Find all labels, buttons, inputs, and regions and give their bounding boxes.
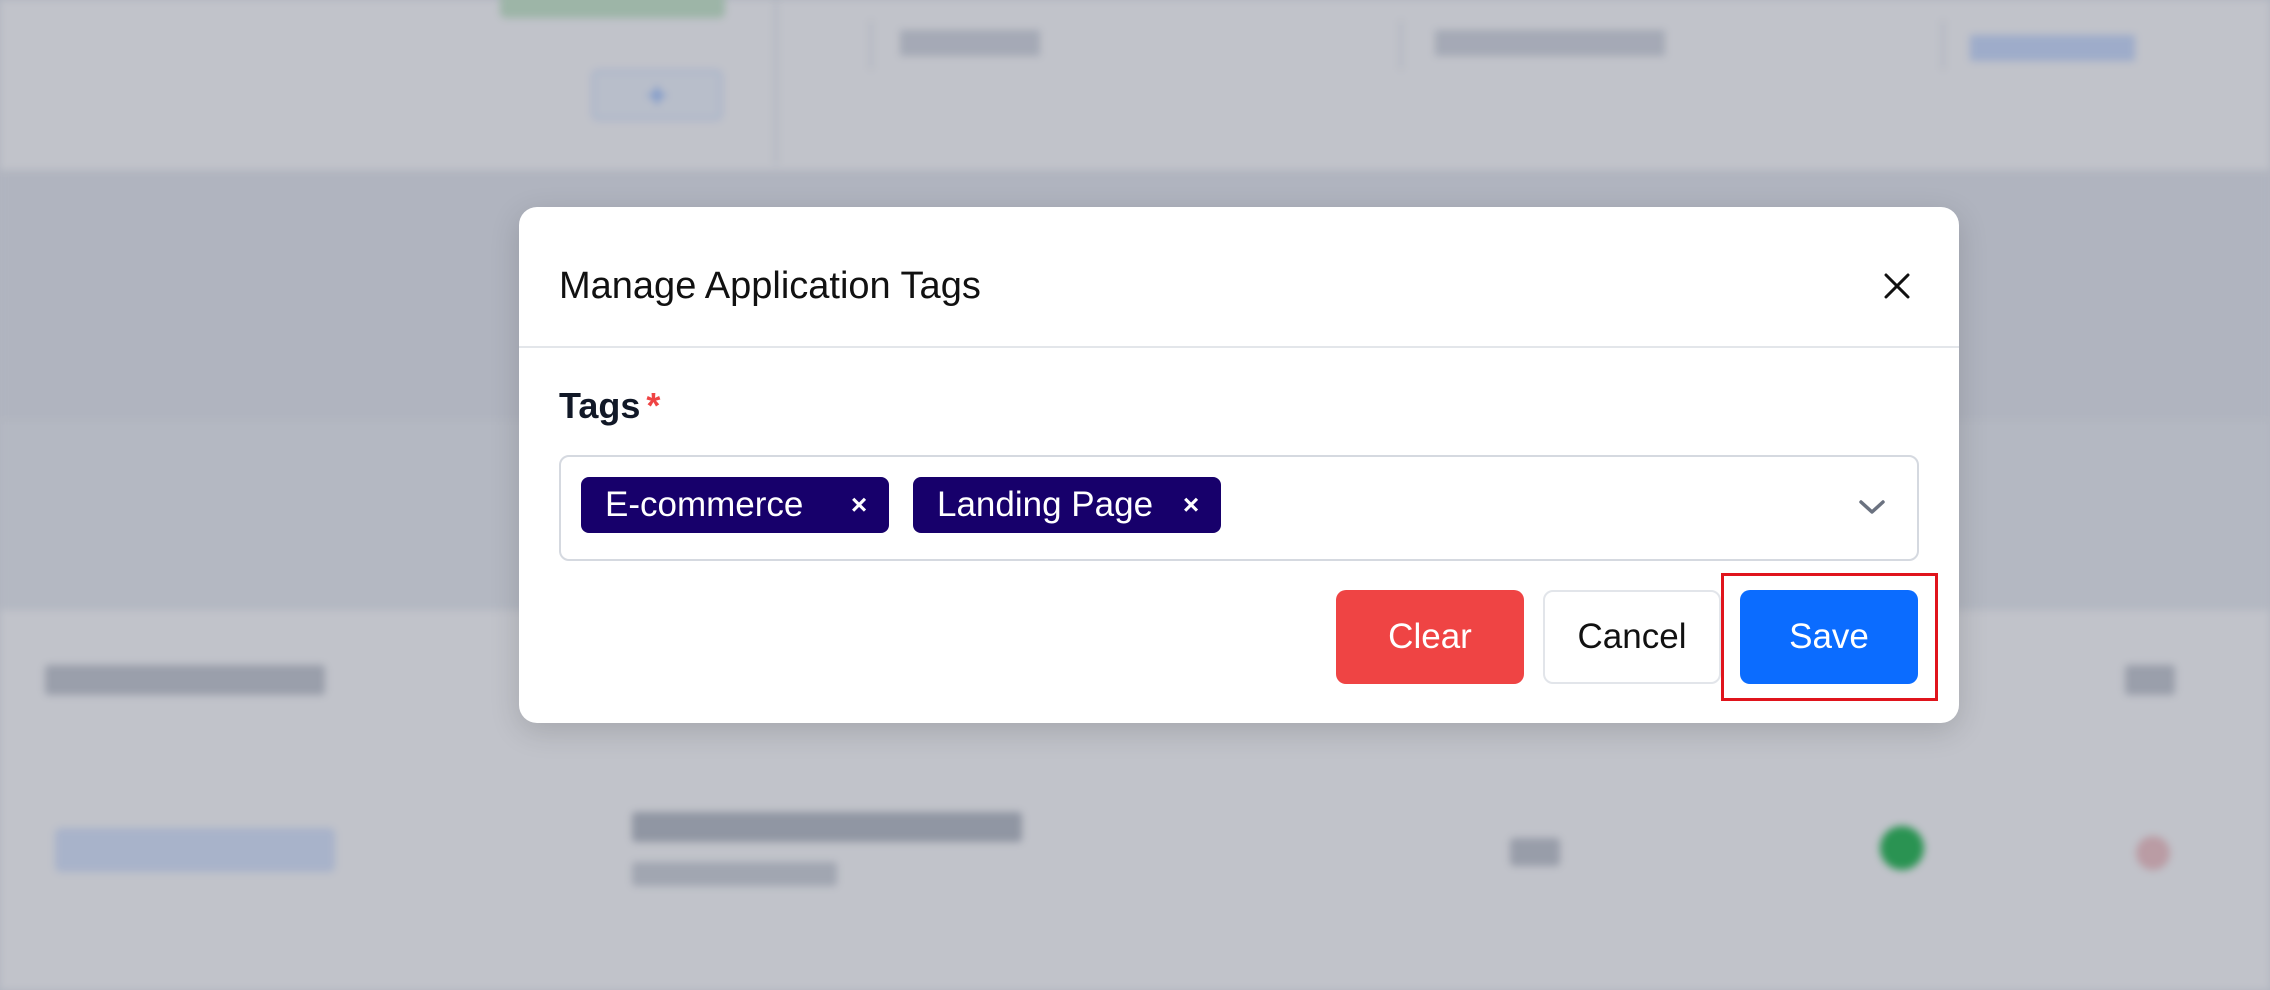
clear-button[interactable]: Clear	[1336, 590, 1524, 684]
dropdown-toggle[interactable]	[1857, 495, 1887, 519]
tag-label: Landing Page	[937, 485, 1154, 524]
tag-remove-button[interactable]: ×	[1171, 477, 1211, 533]
tag-label: E-commerce	[605, 485, 804, 524]
modal-header: Manage Application Tags	[519, 207, 1959, 348]
tags-label-text: Tags	[559, 385, 641, 426]
tag-chip-landing-page: Landing Page ×	[913, 477, 1221, 533]
close-icon	[1884, 273, 1910, 299]
tag-remove-button[interactable]: ×	[839, 477, 879, 533]
close-button[interactable]	[1874, 263, 1920, 309]
tags-field-label: Tags *	[559, 385, 660, 427]
chevron-down-icon	[1859, 500, 1885, 514]
required-marker: *	[646, 385, 661, 426]
manage-tags-modal: Manage Application Tags Tags * E-commerce…	[519, 207, 1959, 723]
tags-multiselect[interactable]: E-commerce × Landing Page ×	[559, 455, 1919, 561]
save-button[interactable]: Save	[1740, 590, 1918, 684]
tag-chip-ecommerce: E-commerce ×	[581, 477, 889, 533]
modal-title: Manage Application Tags	[559, 265, 981, 307]
cancel-button[interactable]: Cancel	[1543, 590, 1721, 684]
